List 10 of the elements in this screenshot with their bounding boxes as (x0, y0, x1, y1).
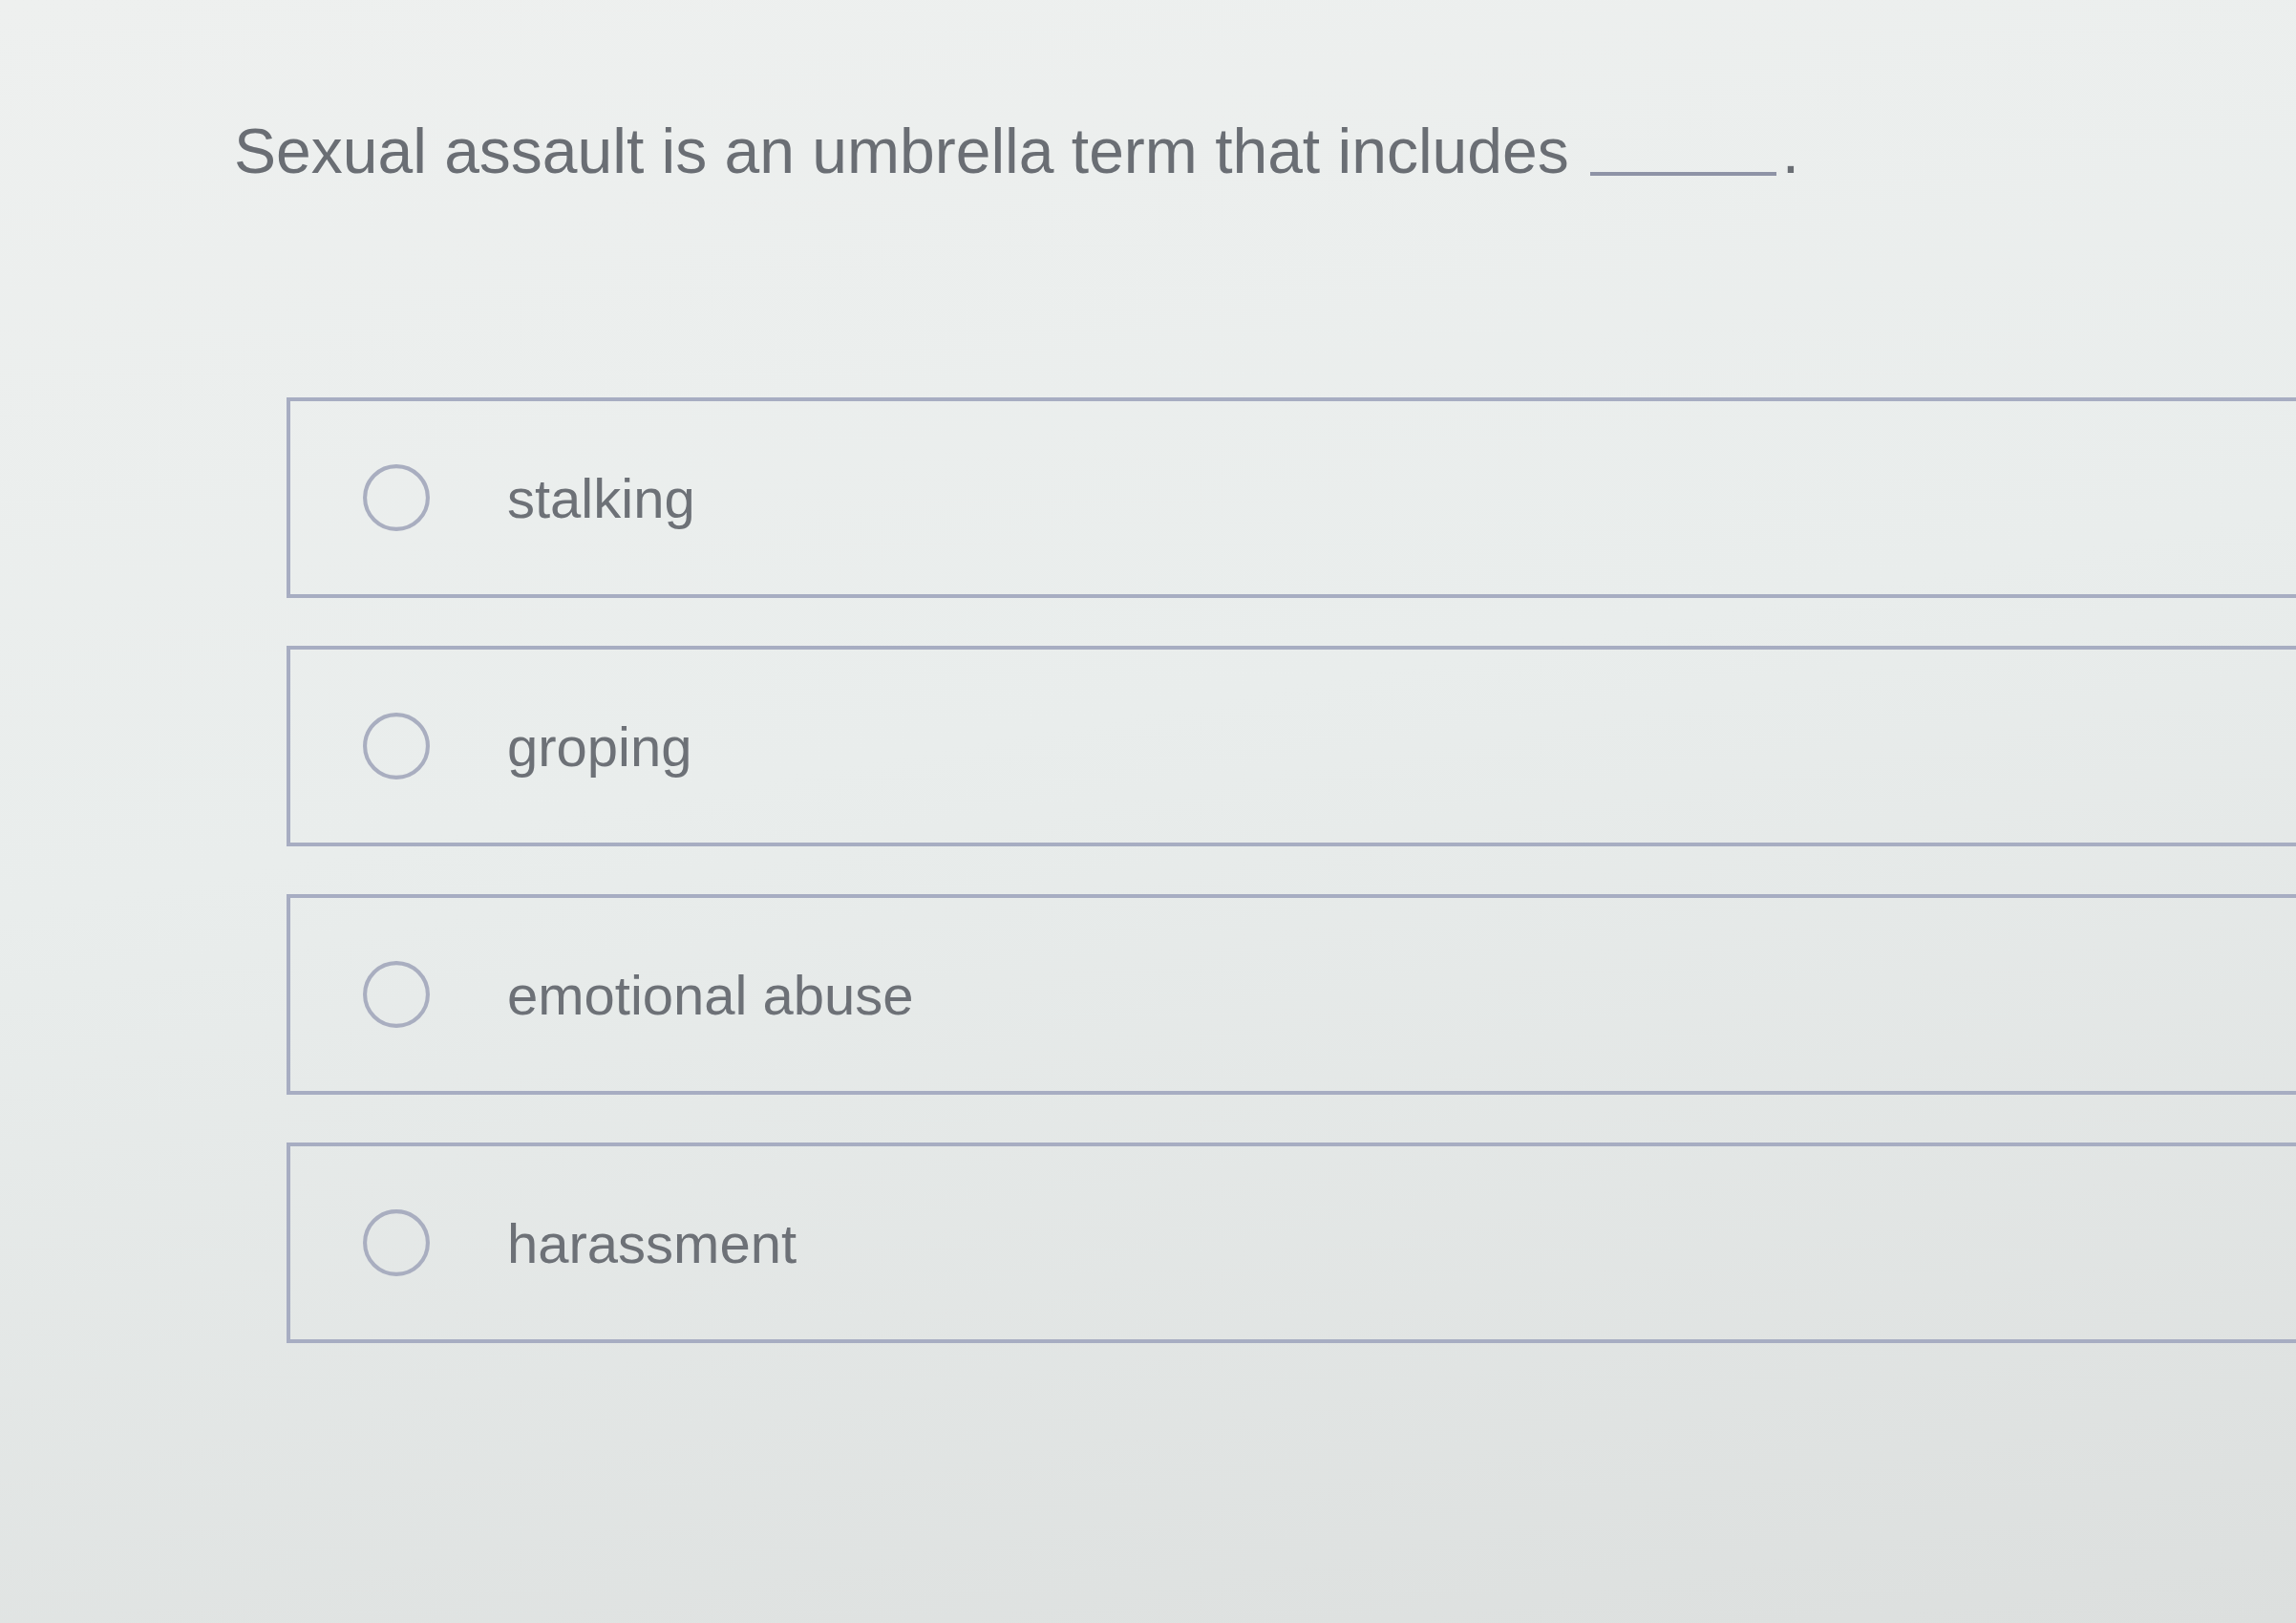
answer-option[interactable]: stalking (287, 397, 2296, 598)
answer-option[interactable]: harassment (287, 1143, 2296, 1343)
radio-button[interactable] (362, 712, 431, 780)
answer-option[interactable]: emotional abuse (287, 894, 2296, 1095)
radio-button[interactable] (362, 463, 431, 532)
question-text: Sexual assault is an umbrella term that includes (234, 115, 1569, 187)
radio-button[interactable] (362, 960, 431, 1029)
answer-option[interactable]: groping (287, 646, 2296, 846)
question-period: . (1781, 115, 1800, 187)
radio-button[interactable] (362, 1208, 431, 1277)
